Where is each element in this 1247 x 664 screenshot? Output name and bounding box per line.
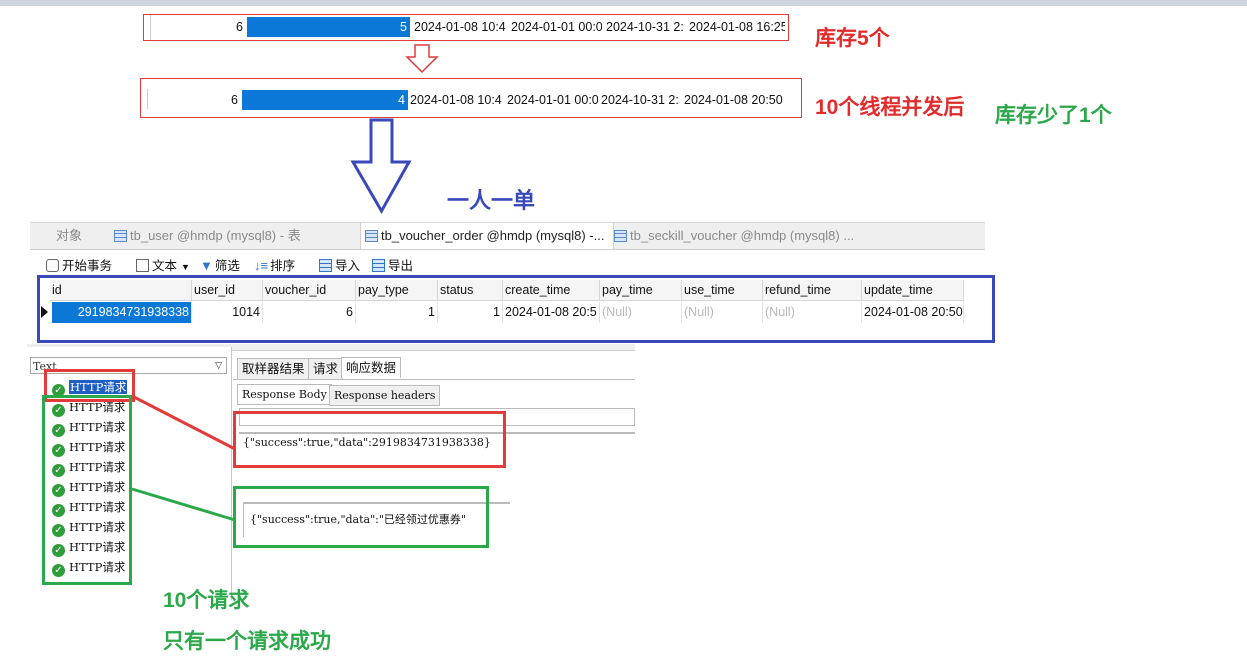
annotation-ten-requests: 10个请求: [163, 589, 250, 612]
annotation-one-success: 只有一个请求成功: [163, 630, 331, 653]
connector-lines: [131, 395, 236, 522]
